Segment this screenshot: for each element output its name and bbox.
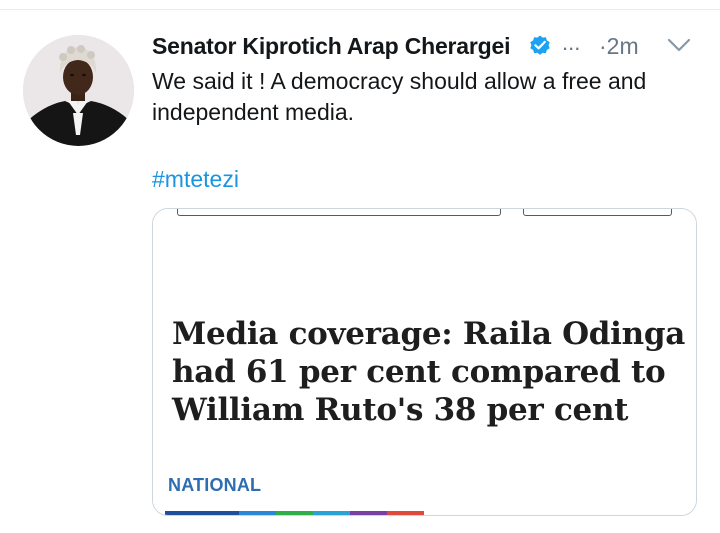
card-image-frame-left — [177, 209, 501, 216]
color-strip-segment — [350, 511, 387, 515]
color-strip-segment — [239, 511, 276, 515]
display-name[interactable]: Senator Kiprotich Arap Cherargei — [152, 33, 510, 60]
link-preview-card[interactable]: Media coverage: Raila Odinga had 61 per … — [152, 208, 697, 516]
tweet-text: We said it ! A democracy should allow a … — [152, 68, 647, 125]
top-divider — [0, 9, 720, 10]
color-strip-segment — [313, 511, 350, 515]
chevron-down-icon[interactable] — [665, 35, 693, 55]
tweet-timestamp[interactable]: ·2m — [599, 33, 639, 60]
verified-badge-icon — [530, 35, 550, 55]
hashtag-link[interactable]: #mtetezi — [152, 166, 239, 193]
card-image-frame-right — [523, 209, 672, 216]
avatar-image — [23, 35, 134, 146]
color-strip-segment — [387, 511, 424, 515]
card-headline: Media coverage: Raila Odinga had 61 per … — [172, 316, 686, 428]
avatar[interactable] — [23, 35, 134, 146]
card-image: Media coverage: Raila Odinga had 61 per … — [153, 209, 696, 515]
name-truncation-ellipsis: ... — [562, 30, 581, 55]
card-color-strip — [165, 511, 424, 515]
color-strip-segment — [276, 511, 313, 515]
card-section-label: NATIONAL — [168, 475, 262, 495]
color-strip-segment — [202, 511, 239, 515]
color-strip-segment — [165, 511, 202, 515]
tweet-header: Senator Kiprotich Arap Cherargei ... ·2m — [152, 30, 712, 64]
